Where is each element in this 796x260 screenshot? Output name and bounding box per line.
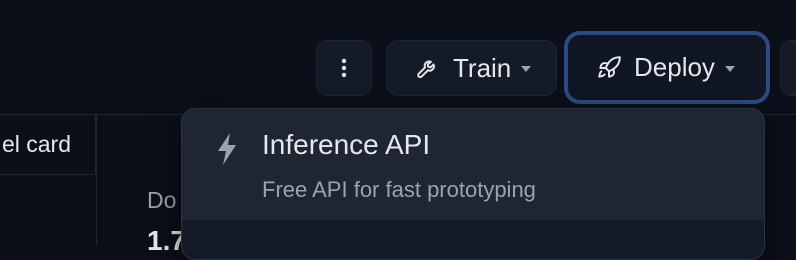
menu-item-title: Inference API	[262, 129, 431, 160]
menu-item-inference-api[interactable]: Inference API Free API for fast prototyp…	[182, 109, 764, 219]
menu-item-description: Free API for fast prototyping	[262, 177, 536, 202]
model-header-toolbar: Train Deploy	[0, 0, 796, 114]
train-button-label: Train	[453, 52, 512, 83]
deploy-dropdown-menu: Inference API Free API for fast prototyp…	[181, 108, 765, 260]
lightning-icon	[216, 133, 238, 165]
deploy-button-label: Deploy	[634, 52, 715, 82]
toolbar-overflow-button[interactable]	[780, 40, 796, 96]
stat-label: Do	[147, 187, 177, 213]
rocket-icon	[596, 55, 622, 81]
wrench-icon	[415, 55, 441, 81]
train-button[interactable]: Train	[386, 40, 557, 96]
deploy-button[interactable]: Deploy	[564, 31, 770, 104]
tab-model-card[interactable]: el card	[0, 115, 96, 175]
vertical-dots-icon	[341, 58, 347, 78]
more-options-button[interactable]	[316, 40, 372, 96]
menu-item-next[interactable]	[182, 222, 764, 259]
tab-model-card-label: el card	[1, 131, 71, 157]
chevron-down-icon	[521, 66, 532, 72]
chevron-down-icon	[724, 65, 735, 72]
column-divider	[96, 115, 97, 245]
